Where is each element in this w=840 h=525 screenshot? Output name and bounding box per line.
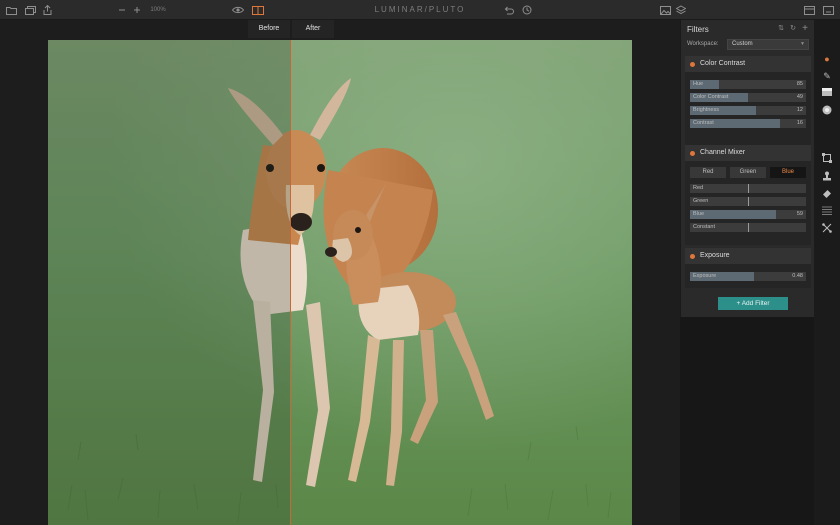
chevron-down-icon: ▼ — [800, 41, 805, 47]
zoom-out-icon[interactable] — [117, 4, 127, 16]
layers-icon[interactable] — [675, 4, 686, 16]
brush-icon[interactable]: ✎ — [822, 71, 832, 81]
texture-icon[interactable] — [822, 206, 832, 216]
brightness-slider[interactable]: Brightness 12 — [690, 106, 806, 115]
after-tab[interactable]: After — [292, 20, 334, 38]
channel-mixer-section: Channel Mixer Red Green Blue Red Green B… — [685, 145, 811, 245]
exposure-section: Exposure Exposure 0.48 — [685, 248, 811, 288]
zoom-in-icon[interactable] — [132, 4, 142, 16]
zoom-level[interactable]: 100% — [148, 4, 168, 16]
slider-value: 59 — [796, 211, 803, 217]
crop-icon[interactable] — [822, 153, 832, 163]
channel-tab-blue[interactable]: Blue — [770, 167, 806, 178]
workspace-value: Custom — [732, 41, 753, 47]
slider-thumb — [748, 197, 749, 206]
channel-mixer-header[interactable]: Channel Mixer — [685, 145, 811, 161]
exposure-slider[interactable]: Exposure 0.48 — [690, 272, 806, 281]
slider-value: 12 — [796, 107, 803, 113]
filter-active-dot-icon — [690, 254, 695, 259]
radial-icon[interactable] — [822, 105, 832, 115]
workspace-select[interactable]: Custom ▼ — [727, 39, 809, 50]
slider-label: Exposure — [693, 273, 717, 279]
share-icon[interactable] — [42, 4, 52, 16]
slider-thumb — [748, 223, 749, 232]
before-side-overlay — [48, 40, 291, 525]
slider-label: Blue — [693, 211, 705, 217]
slider-value: 16 — [796, 120, 803, 126]
refresh-icon[interactable]: ↻ — [789, 25, 797, 33]
slider-label: Color Contrast — [693, 94, 729, 100]
slider-label: Red — [693, 185, 704, 191]
workspace-label: Workspace: — [687, 41, 719, 47]
color-contrast-section: Color Contrast Hue 85 Color Contrast 49 … — [685, 56, 811, 152]
add-filter-label: Add Filter — [741, 300, 770, 307]
channel-tab-green[interactable]: Green — [730, 167, 766, 178]
slider-label: Brightness — [693, 107, 719, 113]
history-icon[interactable] — [521, 4, 532, 16]
slider-label: Contrast — [693, 120, 714, 126]
copy-icon[interactable] — [24, 4, 36, 16]
channel-tab-red[interactable]: Red — [690, 167, 726, 178]
slider-value: 0.48 — [792, 273, 803, 279]
add-icon[interactable]: + — [801, 24, 809, 34]
slider-value: 49 — [796, 94, 803, 100]
compare-split-handle[interactable] — [290, 40, 291, 525]
section-title: Color Contrast — [700, 60, 746, 67]
exposure-header[interactable]: Exposure — [685, 248, 811, 264]
palette-icon[interactable]: ● — [822, 54, 832, 64]
color-contrast-header[interactable]: Color Contrast — [685, 56, 811, 72]
folder-icon[interactable] — [5, 4, 17, 16]
filter-active-dot-icon — [690, 62, 695, 67]
panel-title: Filters — [687, 25, 709, 34]
contrast-slider[interactable]: Contrast 16 — [690, 119, 806, 128]
photo — [48, 40, 632, 525]
slider-label: Constant — [693, 224, 716, 230]
export-icon[interactable] — [822, 4, 834, 16]
eye-icon[interactable] — [232, 4, 244, 16]
section-title: Channel Mixer — [700, 149, 746, 156]
sort-icon[interactable]: ⇅ — [777, 25, 785, 33]
stamp-icon[interactable] — [822, 171, 832, 181]
filter-active-dot-icon — [690, 151, 695, 156]
slider-thumb — [748, 184, 749, 193]
top-toolbar: 100% LUMINAR/PLUTO — [0, 0, 840, 20]
add-filter-button[interactable]: + Add Filter — [718, 297, 788, 310]
slider-label: Green — [693, 198, 709, 204]
blue-slider[interactable]: Blue 59 — [690, 210, 806, 219]
zoom-label: 100% — [150, 7, 166, 13]
section-title: Exposure — [700, 252, 730, 259]
filters-panel: Filters ⇅ ↻ + Workspace: Custom ▼ Color … — [680, 20, 814, 317]
transform-icon[interactable] — [822, 223, 832, 233]
green-slider[interactable]: Green — [690, 197, 806, 206]
red-slider[interactable]: Red — [690, 184, 806, 193]
gradient-icon[interactable] — [822, 88, 832, 98]
constant-slider[interactable]: Constant — [690, 223, 806, 232]
color-contrast-slider[interactable]: Color Contrast 49 — [690, 93, 806, 102]
before-tab[interactable]: Before — [248, 20, 290, 38]
undo-icon[interactable] — [503, 4, 514, 16]
compare-icon[interactable] — [252, 4, 264, 16]
eraser-icon[interactable] — [822, 188, 832, 198]
image-canvas[interactable]: Before After — [0, 20, 680, 525]
image-icon[interactable] — [659, 4, 671, 16]
slider-label: Hue — [693, 81, 704, 87]
slider-value: 85 — [796, 81, 803, 87]
tool-strip: ● ✎ — [814, 20, 840, 525]
window-icon[interactable] — [803, 4, 815, 16]
hue-slider[interactable]: Hue 85 — [690, 80, 806, 89]
